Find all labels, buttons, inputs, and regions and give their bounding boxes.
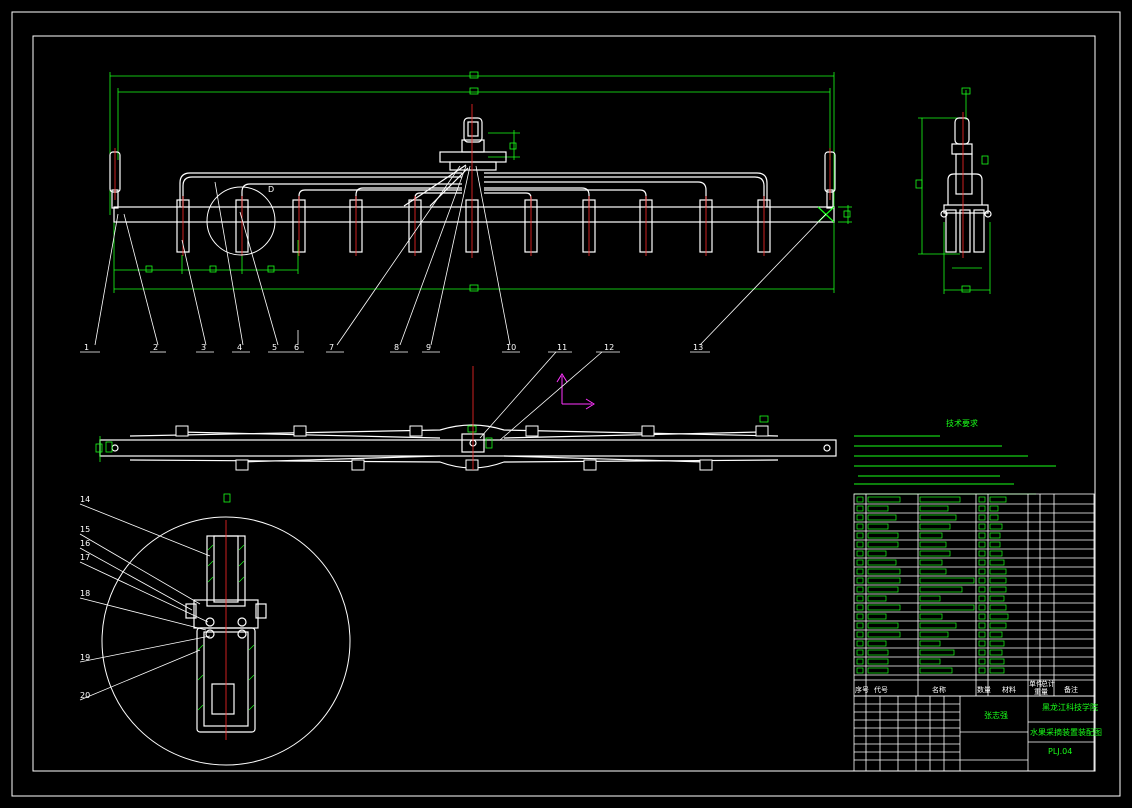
bom-header-seq: 序号 bbox=[855, 685, 869, 694]
detail-leaders bbox=[79, 503, 211, 701]
side-structure bbox=[940, 117, 992, 253]
callout-label: 6 bbox=[294, 343, 299, 352]
bom-header-weight: 重量 bbox=[1034, 688, 1048, 696]
title-block: 张志强 黑龙江科技学院 水果采摘装置装配图 PLJ.04 bbox=[853, 695, 1102, 772]
detail-view: 14 15 16 17 18 19 20 bbox=[79, 493, 351, 766]
front-view: D 1 2 3 4 5 6 7 8 9 10 11 12 13 bbox=[80, 71, 852, 353]
school-name: 黑龙江科技学院 bbox=[1042, 702, 1098, 712]
top-leaders bbox=[479, 351, 620, 441]
callout-label: 9 bbox=[426, 343, 431, 352]
callout-label: 7 bbox=[329, 343, 334, 352]
tech-requirements-title: 技术要求 bbox=[946, 418, 978, 428]
technical-requirements: 技术要求 bbox=[854, 418, 1056, 495]
bom-header-code: 代号 bbox=[874, 685, 888, 694]
detail-marker-label: D bbox=[268, 185, 274, 194]
callout-label: 19 bbox=[80, 653, 90, 662]
callout-label: 18 bbox=[80, 589, 90, 598]
callouts-main: 1 2 3 4 5 6 7 8 9 10 11 12 13 bbox=[84, 343, 703, 352]
callout-label: 11 bbox=[557, 343, 567, 352]
callout-label: 12 bbox=[604, 343, 614, 352]
bom-header-remark: 备注 bbox=[1064, 685, 1078, 694]
bom-table: 序号 代号 名称 数量 材料 单件 总计 重量 备注 bbox=[853, 493, 1095, 697]
drawn-by: 张志强 bbox=[984, 710, 1008, 720]
drawing-number: PLJ.04 bbox=[1048, 747, 1072, 756]
top-dimensions bbox=[95, 415, 769, 462]
callout-label: 17 bbox=[80, 553, 90, 562]
front-view-dimensions bbox=[109, 71, 852, 293]
callout-label: 14 bbox=[80, 495, 90, 504]
top-clamps bbox=[175, 425, 769, 471]
bom-header-qty: 数量 bbox=[977, 685, 991, 694]
callout-label: 20 bbox=[80, 691, 90, 700]
callout-label: 10 bbox=[506, 343, 516, 352]
top-view bbox=[95, 351, 837, 471]
detail-marker-box bbox=[223, 493, 231, 503]
callout-label: 3 bbox=[201, 343, 206, 352]
bom-header-total-weight: 总计 bbox=[1041, 679, 1055, 688]
callout-label: 2 bbox=[153, 343, 158, 352]
callouts-detail: 14 15 16 17 18 19 20 bbox=[80, 495, 90, 700]
callout-leaders bbox=[80, 165, 827, 353]
callout-label: 1 bbox=[84, 343, 89, 352]
side-view bbox=[915, 87, 992, 294]
callout-label: 5 bbox=[272, 343, 277, 352]
bom-header-material: 材料 bbox=[1002, 685, 1016, 694]
callout-label: 8 bbox=[394, 343, 399, 352]
main-beam bbox=[113, 206, 835, 223]
front-centerlines bbox=[114, 104, 831, 258]
drawing-name: 水果采摘装置装配图 bbox=[1030, 727, 1102, 737]
callout-label: 15 bbox=[80, 525, 90, 534]
callout-label: 4 bbox=[237, 343, 242, 352]
bom-header-name: 名称 bbox=[932, 685, 946, 694]
side-view-dimensions bbox=[915, 87, 991, 294]
callout-label: 16 bbox=[80, 539, 90, 548]
bom-header: 序号 代号 名称 数量 材料 单件 总计 重量 备注 bbox=[855, 679, 1078, 696]
detail-circle bbox=[206, 186, 276, 256]
callout-label: 13 bbox=[693, 343, 703, 352]
cad-drawing-canvas: D 1 2 3 4 5 6 7 8 9 10 11 12 13 14 15 16… bbox=[11, 11, 1121, 797]
ucs-axis-icon bbox=[556, 373, 595, 410]
